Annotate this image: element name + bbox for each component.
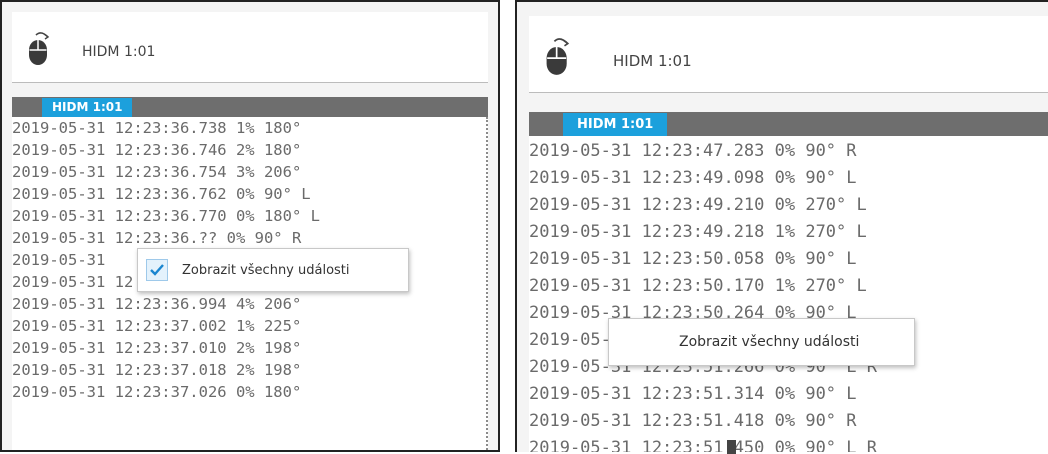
log-line: 2019-05-31 12:23:36.994 4% 206° bbox=[12, 295, 302, 313]
log-line: 2019-05-31 12:23:49.210 0% 270° L bbox=[529, 195, 867, 215]
log-tab[interactable]: HIDM 1:01 bbox=[563, 113, 668, 136]
log-line: 2019-05-31 12:23:36.738 1% 180° bbox=[12, 119, 302, 137]
context-menu: Zobrazit všechny události bbox=[137, 248, 409, 292]
show-all-events-checkbox[interactable] bbox=[617, 331, 639, 353]
log-line: 2019-05-31 12:23:37.002 1% 225° bbox=[12, 317, 302, 335]
log-tab[interactable]: HIDM 1:01 bbox=[42, 98, 133, 117]
panel-header: HIDM 1:01 bbox=[529, 16, 1048, 93]
log-line: 2019-05-31 12:23:51.450 0% 90° L R bbox=[529, 438, 877, 452]
log-tab-bar: HIDM 1:01 bbox=[12, 97, 488, 117]
log-line: 2019-05-31 12:23:47.283 0% 90° R bbox=[529, 141, 857, 161]
right-event-panel: HIDM 1:01 HIDM 1:01 2019-05-31 12:23:47.… bbox=[515, 0, 1048, 452]
log-line: 2019-05-31 12:23:51.314 0% 90° L bbox=[529, 384, 857, 404]
log-line: 2019-05-31 12:23:49.218 1% 270° L bbox=[529, 222, 867, 242]
checkmark-icon bbox=[150, 264, 164, 276]
log-lines[interactable]: 2019-05-31 12:23:47.283 0% 90° R 2019-05… bbox=[529, 138, 1048, 452]
show-all-events-menu-item[interactable]: Zobrazit všechny události bbox=[679, 334, 859, 350]
log-line: 2019-05-31 12:23:36.770 0% 180° L bbox=[12, 207, 320, 225]
event-log[interactable]: HIDM 1:01 2019-05-31 12:23:47.283 0% 90°… bbox=[529, 112, 1048, 452]
mouse-icon bbox=[29, 32, 50, 65]
show-all-events-checkbox[interactable] bbox=[146, 259, 168, 281]
log-tab-bar: HIDM 1:01 bbox=[529, 112, 1048, 136]
log-line: 2019-05-31 12:23:50.170 1% 270° L bbox=[529, 276, 867, 296]
log-line: 2019-05-31 12:23:50.058 0% 90° L bbox=[529, 249, 857, 269]
log-line: 2019-05-31 12:23:49.098 0% 90° L bbox=[529, 168, 857, 188]
log-line: 2019-05-31 12:23:36.762 0% 90° L bbox=[12, 185, 311, 203]
log-line: 2019-05-31 12:23:37.010 2% 198° bbox=[12, 339, 302, 357]
log-line: 2019-05-31 12:23:37.026 0% 180° bbox=[12, 383, 302, 401]
header-title: HIDM 1:01 bbox=[613, 52, 692, 70]
log-line: 2019-05-31 12:23:36.?? 0% 90° R bbox=[12, 229, 302, 247]
show-all-events-menu-item[interactable]: Zobrazit všechny události bbox=[182, 263, 350, 278]
log-line: 2019-05-31 12:23:36.754 3% 206° bbox=[12, 163, 302, 181]
panel-header: HIDM 1:01 bbox=[12, 12, 488, 83]
log-line: 2019-05-31 12:23:37.018 2% 198° bbox=[12, 361, 302, 379]
header-title: HIDM 1:01 bbox=[82, 44, 156, 60]
log-line: 2019-05-31 12:23:51.418 0% 90° R bbox=[529, 411, 857, 431]
left-event-panel: HIDM 1:01 HIDM 1:01 2019-05-31 12:23:36.… bbox=[0, 0, 500, 452]
context-menu: Zobrazit všechny události bbox=[608, 318, 915, 366]
mouse-icon bbox=[546, 38, 570, 75]
log-line: 2019-05-31 12:23:36.746 2% 180° bbox=[12, 141, 302, 159]
